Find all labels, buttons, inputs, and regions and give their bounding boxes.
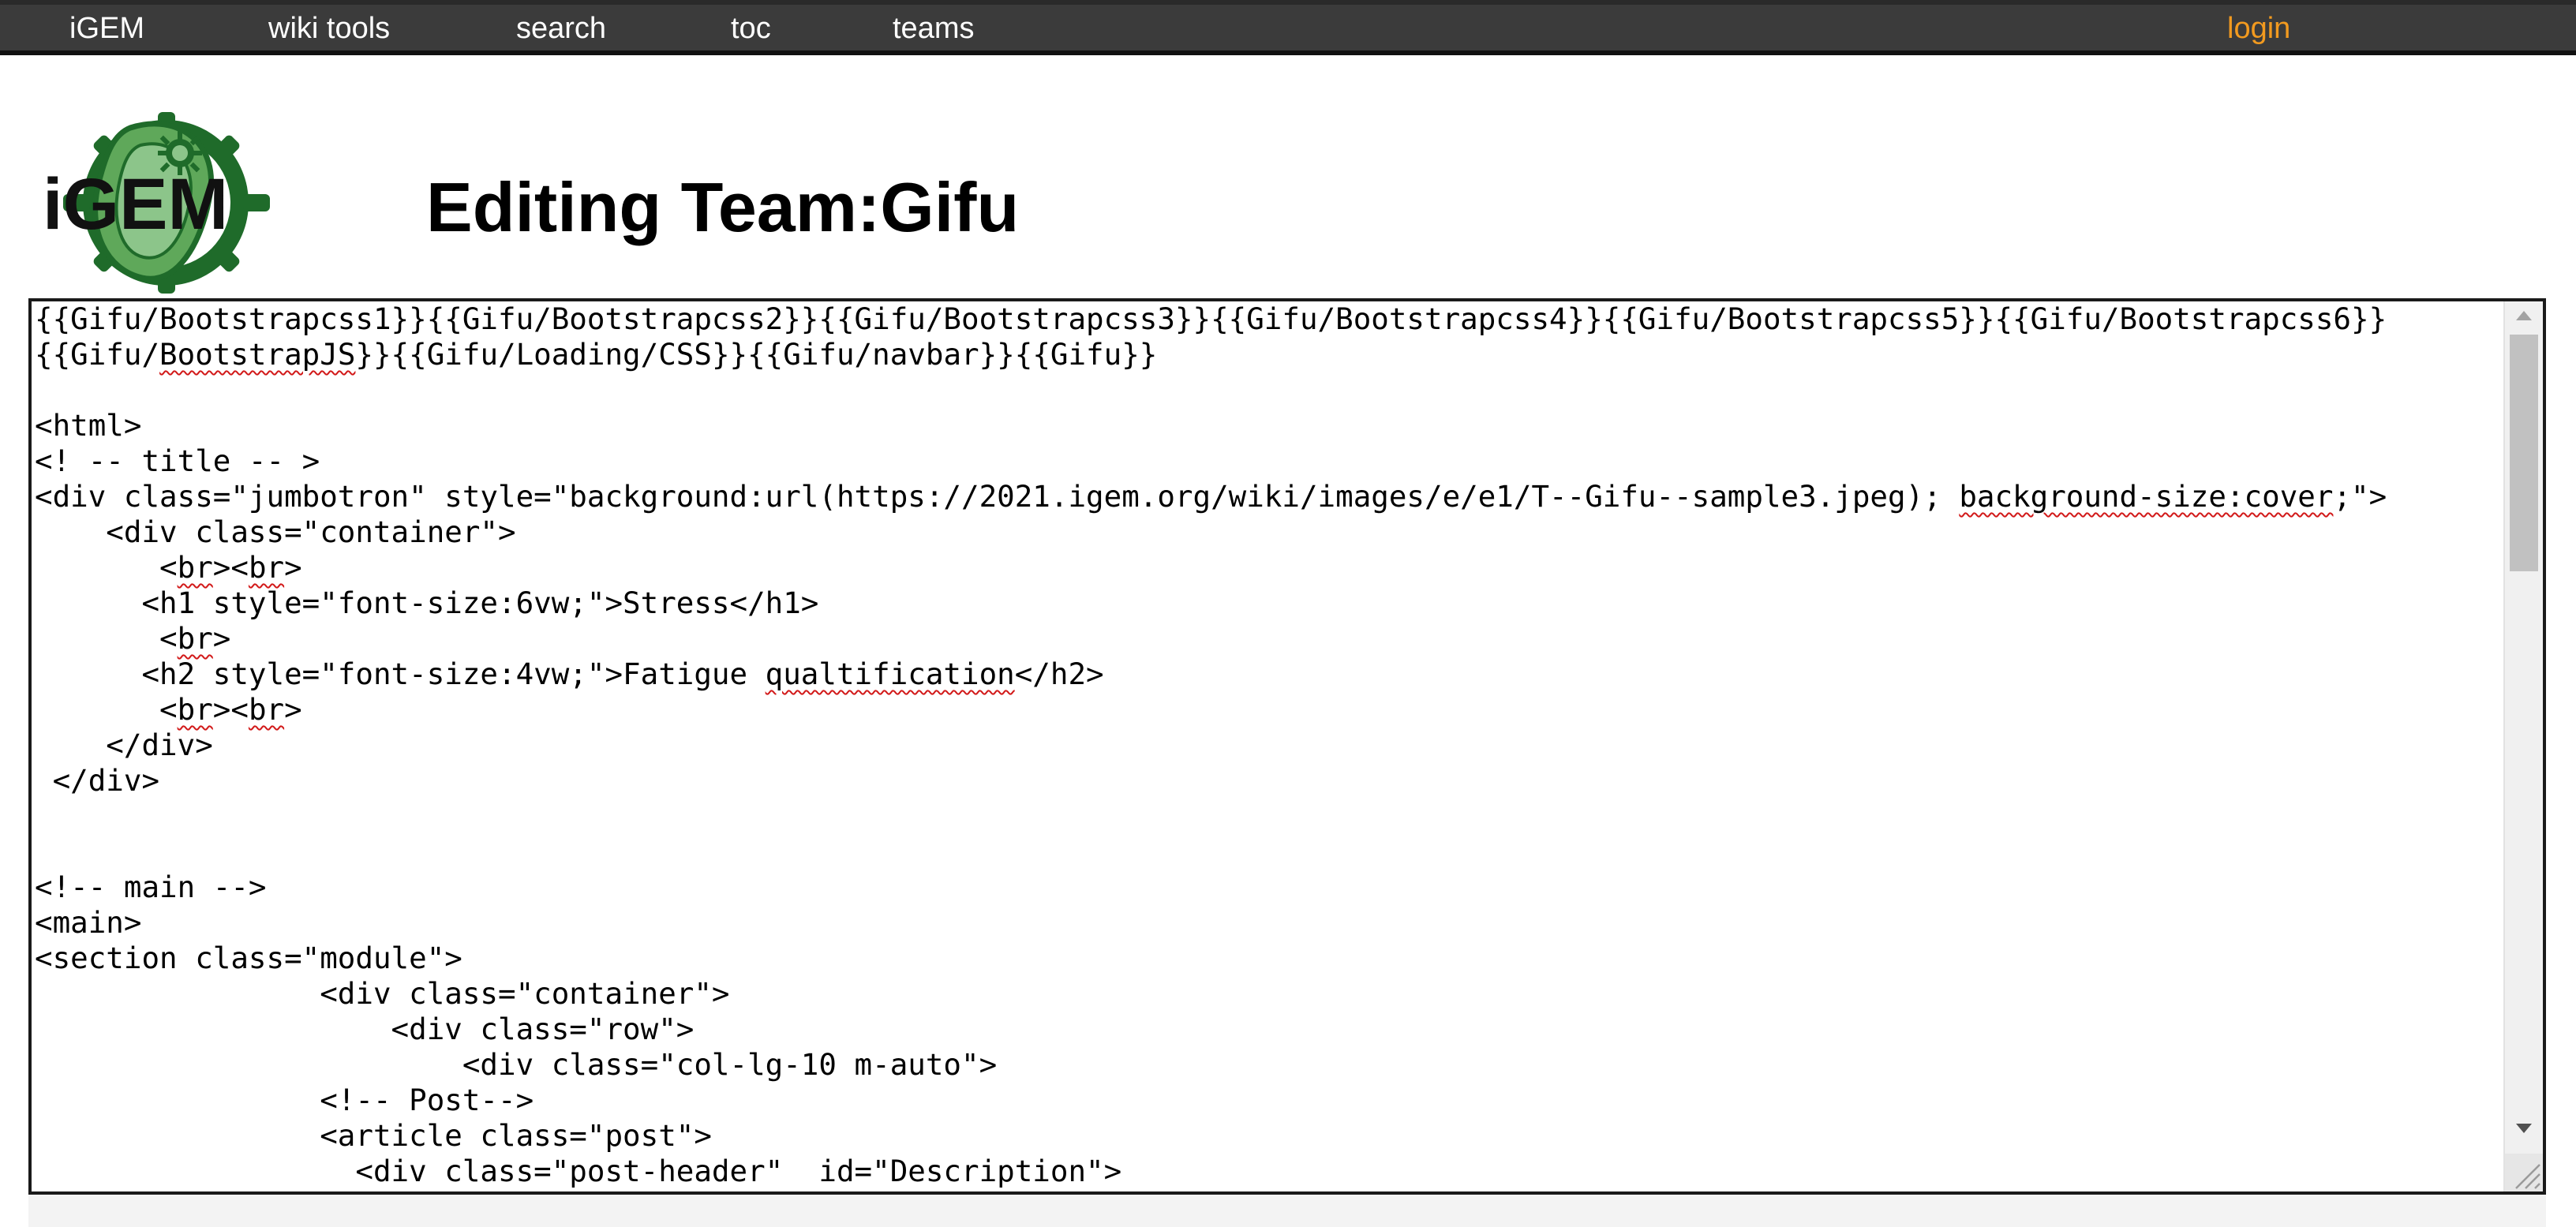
triangle-up-icon[interactable]: [2505, 301, 2543, 330]
logo-text: iGEM: [43, 164, 228, 245]
triangle-down-icon[interactable]: [2505, 1114, 2543, 1143]
editor-line: <! -- title -- >: [35, 443, 320, 478]
editor-line: {{Gifu/Bootstrapcss1}}{{Gifu/Bootstrapcs…: [35, 301, 2387, 336]
editor-line: <!-- main -->: [35, 870, 267, 904]
igem-logo-icon[interactable]: iGEM: [39, 96, 292, 294]
editor-line: <div class="post-header" id="Description…: [35, 1154, 1122, 1188]
editor-line: <!-- Post-->: [35, 1083, 534, 1117]
editor-scrollbar[interactable]: [2503, 301, 2543, 1191]
login-link[interactable]: login: [2227, 11, 2290, 46]
editor-line: <div class="row">: [35, 1012, 695, 1046]
editor-line: <div class="container">: [35, 514, 516, 549]
nav-top-line: [0, 0, 2576, 5]
editor-line: <h1 style="font-size:6vw;">Stress</h1>: [35, 585, 819, 620]
top-nav-bar: iGEM wiki tools search toc teams login: [0, 0, 2576, 55]
editor-line: ​: [35, 799, 2497, 834]
editor-line: <h2 style="font-size:4vw;">Fatigue qualt…: [35, 657, 1104, 691]
editor-line: <div class="jumbotron" style="background…: [35, 479, 2387, 514]
editor-line: ​: [35, 834, 2497, 870]
editor-line: </div>: [35, 763, 160, 798]
nav-item-teams[interactable]: teams: [893, 11, 974, 46]
editor-line: <br><br>: [35, 692, 302, 727]
editor-line: <html>: [35, 408, 142, 443]
nav-item-search[interactable]: search: [516, 11, 606, 46]
scrollbar-thumb[interactable]: [2510, 335, 2538, 571]
page-title: Editing Team:Gifu: [426, 168, 1020, 246]
nav-item-igem[interactable]: iGEM: [69, 11, 144, 46]
editor-line: <div class="col-lg-10 m-auto">: [35, 1047, 998, 1082]
editor-line: <section class="module">: [35, 941, 462, 975]
editor-line: {{Gifu/BootstrapJS}}{{Gifu/Loading/CSS}}…: [35, 337, 1158, 372]
editor-content[interactable]: {{Gifu/Bootstrapcss1}}{{Gifu/Bootstrapcs…: [35, 301, 2497, 1189]
editor-bottom-strip: [28, 1195, 2546, 1227]
editor-line: <div class="container">: [35, 976, 730, 1011]
editor-line: <main>: [35, 905, 142, 940]
wiki-source-editor[interactable]: {{Gifu/Bootstrapcss1}}{{Gifu/Bootstrapcs…: [28, 298, 2546, 1195]
editor-line: <br><br>: [35, 550, 302, 585]
editor-line: <br>: [35, 621, 231, 656]
editor-line: </div>: [35, 728, 213, 762]
nav-item-toc[interactable]: toc: [731, 11, 771, 46]
editor-line: <article class="post">: [35, 1118, 712, 1153]
editor-line: ​: [35, 372, 2497, 408]
nav-item-wiki-tools[interactable]: wiki tools: [268, 11, 390, 46]
resize-grip-icon[interactable]: [2505, 1154, 2543, 1191]
